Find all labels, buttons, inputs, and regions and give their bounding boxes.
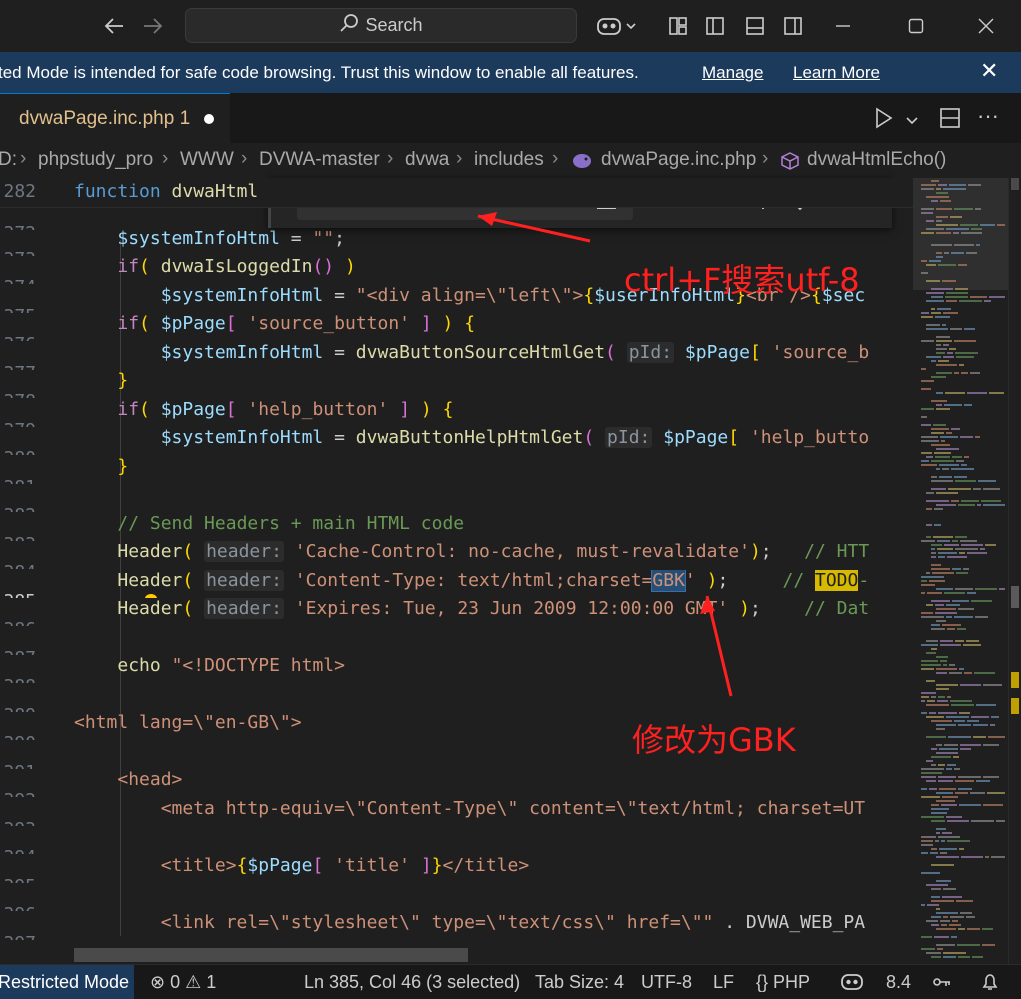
warning-icon: ⚠ [185, 972, 202, 992]
braces-icon: {} [756, 972, 769, 992]
status-bar: Restricted Mode ⊗ 0 ⚠ 1 Ln 385, Col 46 (… [0, 964, 1021, 999]
cursor-position[interactable]: Ln 385, Col 46 (3 selected) [304, 972, 520, 993]
annotation-arrows [477, 212, 733, 697]
copilot-status-icon[interactable] [840, 971, 864, 998]
problems-indicator[interactable]: ⊗ 0 ⚠ 1 [150, 972, 216, 993]
encoding[interactable]: UTF-8 [641, 972, 692, 993]
sticky-scroll-line[interactable]: 282 function dvwaHtml [0, 178, 913, 208]
tab-size[interactable]: Tab Size: 4 [535, 972, 624, 993]
notifications-bell-icon[interactable] [980, 972, 1000, 997]
settings-icon[interactable] [930, 972, 952, 997]
line-number: 282 [3, 181, 36, 202]
end-of-line[interactable]: LF [713, 972, 734, 993]
restricted-mode-indicator[interactable]: Restricted Mode [0, 965, 134, 999]
language-mode[interactable]: {} PHP [756, 972, 810, 993]
annotation-edit-note: 修改为GBK [632, 721, 796, 759]
annotation-search-note: ctrl+F搜索utf-8 [624, 261, 860, 299]
php-version[interactable]: 8.4 [886, 972, 911, 993]
error-icon: ⊗ [150, 972, 166, 992]
